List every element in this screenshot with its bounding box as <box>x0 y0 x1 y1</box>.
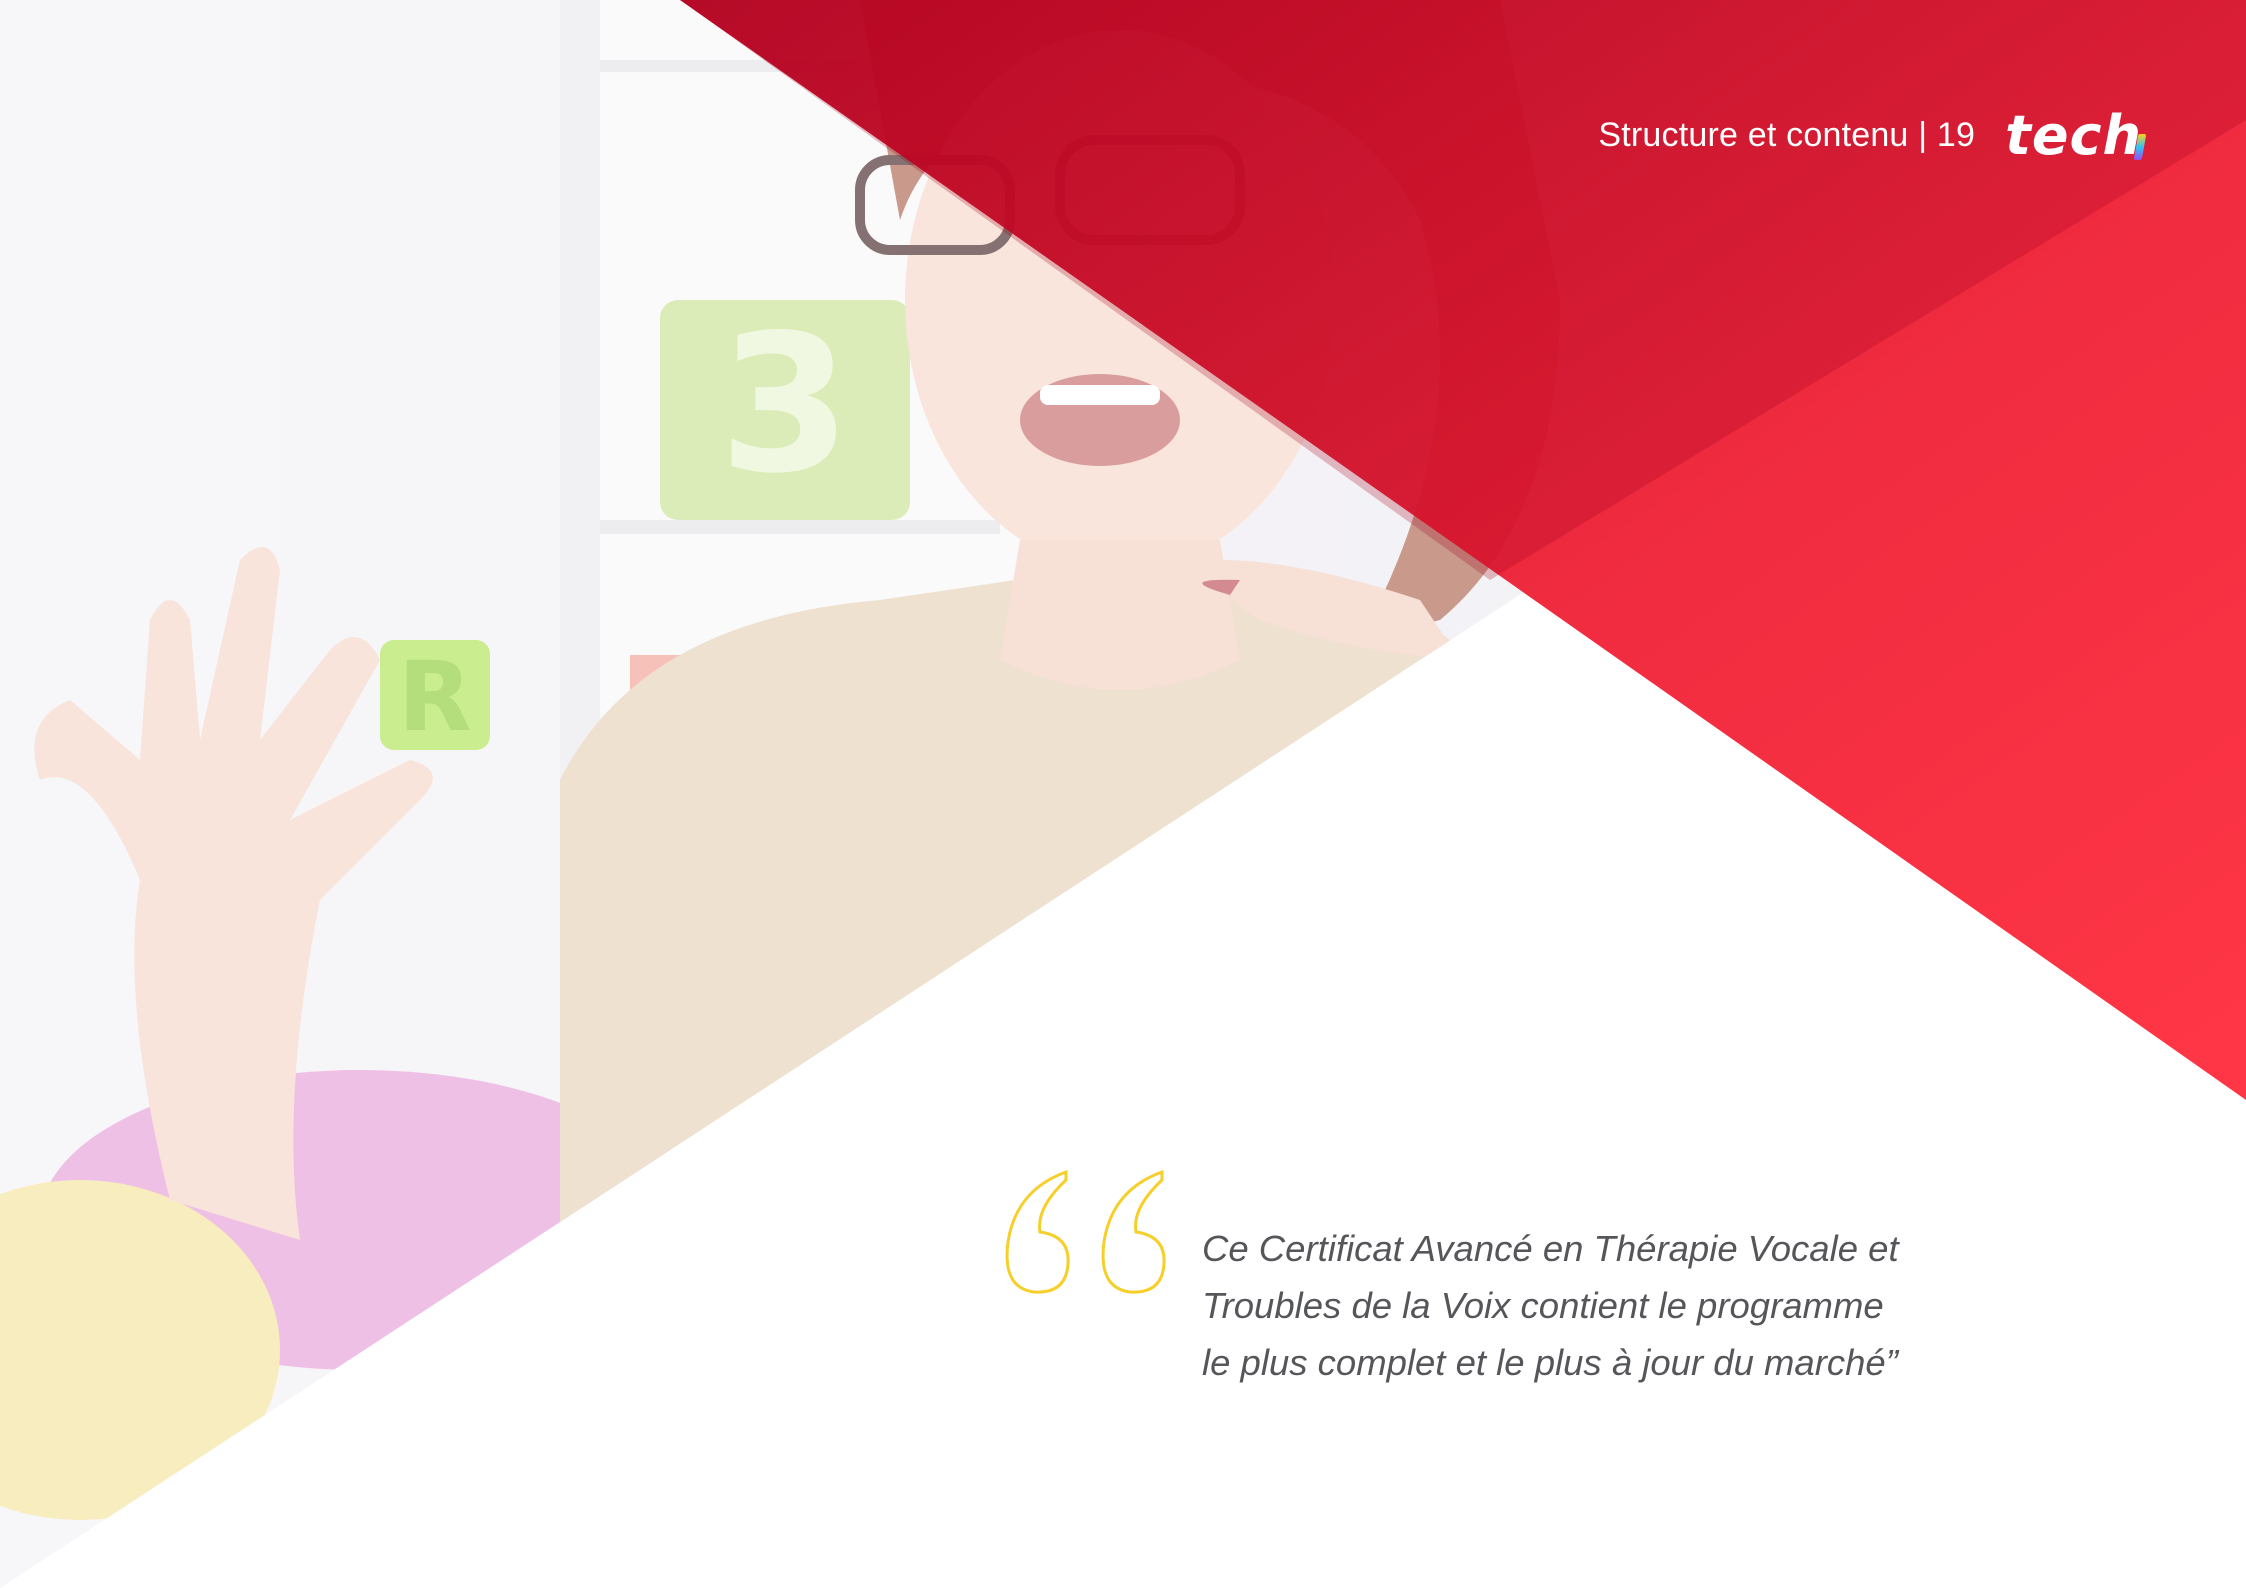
logo-last-letter: h <box>2103 104 2147 167</box>
quote-line-3: le plus complet et le plus à jour du mar… <box>1202 1342 1898 1383</box>
page-header: Structure et contenu | 19 tec h <box>1598 104 2147 167</box>
quote-text: Ce Certificat Avancé en Thérapie Vocale … <box>1202 1220 1962 1391</box>
page-number: 19 <box>1936 116 1976 154</box>
header-separator: | <box>1908 116 1937 154</box>
quote-mark-icon <box>1005 1169 1166 1294</box>
tech-logo: tec h <box>2005 104 2147 167</box>
quote-line-2: Troubles de la Voix contient le programm… <box>1202 1285 1884 1326</box>
section-name: Structure et contenu <box>1598 116 1909 154</box>
brochure-page: 3 R Structure et contenu | 19 tec h Ce C… <box>0 0 2246 1588</box>
quote-line-1: Ce Certificat Avancé en Thérapie Vocale … <box>1202 1228 1899 1269</box>
section-title: Structure et contenu | 19 <box>1598 116 1975 155</box>
logo-text: tec <box>2005 104 2103 167</box>
